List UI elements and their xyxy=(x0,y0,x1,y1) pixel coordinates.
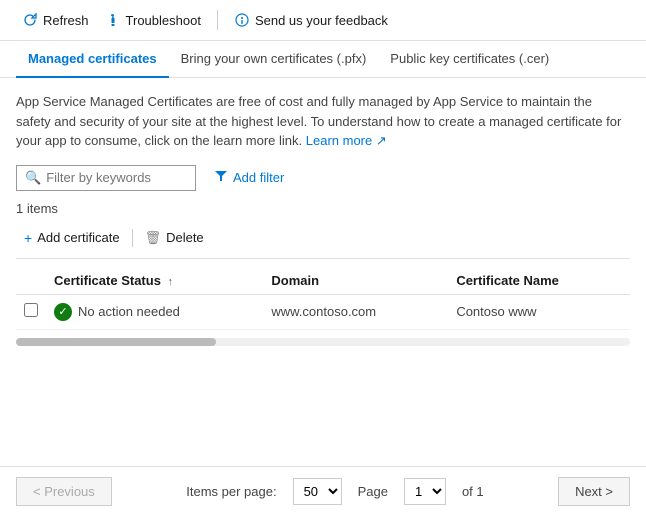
items-count: 1 items xyxy=(16,201,630,216)
status-cell: ✓ No action needed xyxy=(46,294,263,329)
tab-managed-certificates[interactable]: Managed certificates xyxy=(16,41,169,78)
page-label: Page xyxy=(358,484,388,499)
delete-icon: 🗑 xyxy=(145,230,162,246)
add-certificate-button[interactable]: + Add certificate xyxy=(16,226,128,250)
add-filter-button[interactable]: Add filter xyxy=(206,165,292,190)
filter-icon xyxy=(214,169,228,186)
tab-pfx-certificates[interactable]: Bring your own certificates (.pfx) xyxy=(169,41,379,78)
domain-cell: www.contoso.com xyxy=(263,294,448,329)
troubleshoot-label: Troubleshoot xyxy=(126,13,201,28)
refresh-icon xyxy=(22,12,38,28)
search-input[interactable] xyxy=(46,170,187,185)
page-select[interactable]: 1 xyxy=(404,478,446,505)
sort-icon: ↑ xyxy=(168,276,174,288)
col-name: Certificate Name xyxy=(448,267,630,295)
delete-button[interactable]: 🗑 Delete xyxy=(137,226,212,250)
main-content: App Service Managed Certificates are fre… xyxy=(0,78,646,368)
scrollbar-thumb[interactable] xyxy=(16,338,216,346)
feedback-button[interactable]: Send us your feedback xyxy=(228,8,394,32)
refresh-label: Refresh xyxy=(43,13,89,28)
footer: < Previous Items per page: 50 Page 1 of … xyxy=(0,466,646,516)
filter-row: 🔍 Add filter xyxy=(16,165,630,191)
next-button[interactable]: Next > xyxy=(558,477,630,506)
previous-button[interactable]: < Previous xyxy=(16,477,112,506)
toolbar: Refresh Troubleshoot Send us your feedba… xyxy=(0,0,646,41)
troubleshoot-button[interactable]: Troubleshoot xyxy=(99,8,207,32)
certificates-table: Certificate Status ↑ Domain Certificate … xyxy=(16,267,630,330)
col-status: Certificate Status ↑ xyxy=(46,267,263,295)
items-per-page-select[interactable]: 50 xyxy=(293,478,342,505)
tabs-container: Managed certificates Bring your own cert… xyxy=(0,41,646,78)
of-label: of 1 xyxy=(462,484,484,499)
plus-icon: + xyxy=(24,230,32,246)
row-checkbox-cell xyxy=(16,294,46,329)
tab-cer-certificates[interactable]: Public key certificates (.cer) xyxy=(378,41,561,78)
external-link-icon: ↗ xyxy=(376,133,387,148)
feedback-icon xyxy=(234,12,250,28)
row-select-checkbox[interactable] xyxy=(24,303,38,317)
learn-more-link[interactable]: Learn more ↗ xyxy=(306,133,387,148)
name-cell: Contoso www xyxy=(448,294,630,329)
toolbar-divider xyxy=(217,10,218,30)
table-row: ✓ No action needed www.contoso.com Conto… xyxy=(16,294,630,329)
action-divider xyxy=(132,229,133,247)
feedback-label: Send us your feedback xyxy=(255,13,388,28)
troubleshoot-icon xyxy=(105,12,121,28)
action-bar: + Add certificate 🗑 Delete xyxy=(16,226,630,259)
items-per-page-label: Items per page: xyxy=(186,484,276,499)
description-text: App Service Managed Certificates are fre… xyxy=(16,92,630,151)
search-icon: 🔍 xyxy=(25,170,41,186)
horizontal-scrollbar[interactable] xyxy=(16,338,630,346)
select-all-header xyxy=(16,267,46,295)
refresh-button[interactable]: Refresh xyxy=(16,8,95,32)
search-wrap: 🔍 xyxy=(16,165,196,191)
col-domain: Domain xyxy=(263,267,448,295)
status-success-icon: ✓ xyxy=(54,303,72,321)
